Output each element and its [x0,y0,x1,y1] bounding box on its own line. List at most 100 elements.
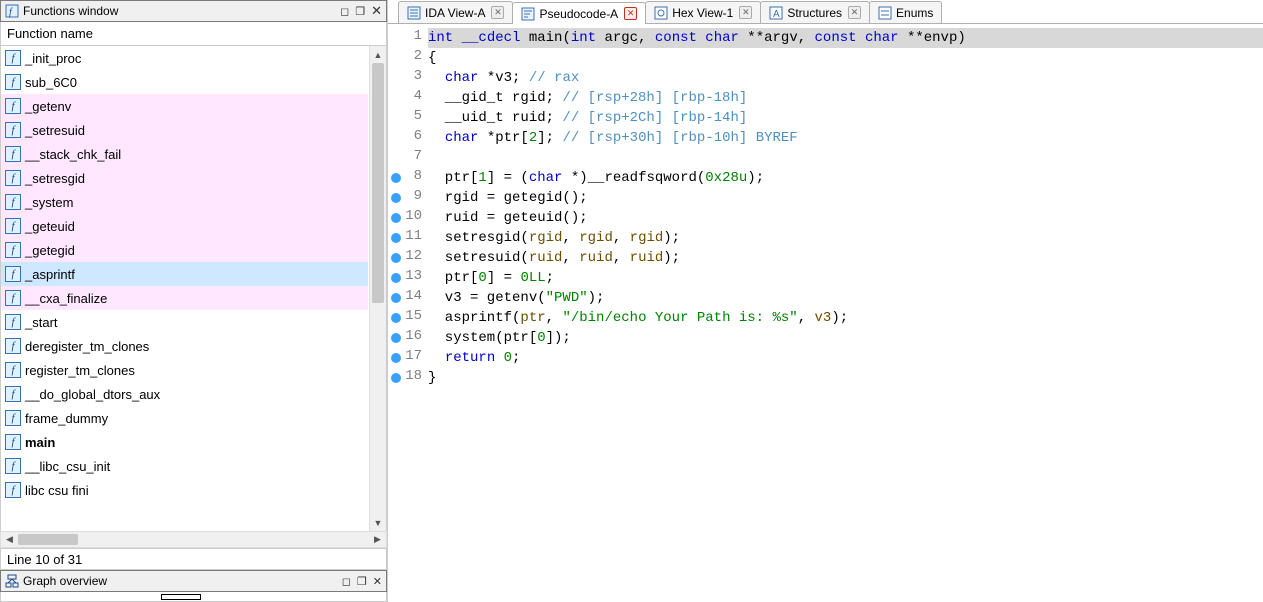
line-number[interactable]: 3 [388,68,428,88]
scroll-right-icon[interactable]: ▶ [369,534,386,545]
function-row[interactable]: f libc csu fini [1,478,368,502]
function-row[interactable]: f_getenv [1,94,368,118]
graph-popout-icon[interactable]: ❐ [357,575,367,588]
function-row[interactable]: f__cxa_finalize [1,286,368,310]
line-number[interactable]: 1 [388,28,428,48]
code-line[interactable] [428,148,1263,168]
function-row[interactable]: f__do_global_dtors_aux [1,382,368,406]
function-row[interactable]: fsub_6C0 [1,70,368,94]
graph-overview-titlebar[interactable]: Graph overview ◻ ❐ ✕ [0,570,387,592]
code-line[interactable]: setresuid(ruid, ruid, ruid); [428,248,1263,268]
function-row[interactable]: fmain [1,430,368,454]
scroll-thumb[interactable] [372,63,384,303]
code-line[interactable]: setresgid(rgid, rgid, rgid); [428,228,1263,248]
functions-status-line: Line 10 of 31 [0,548,387,570]
code-line[interactable]: { [428,48,1263,68]
line-number[interactable]: 4 [388,88,428,108]
line-number[interactable]: 2 [388,48,428,68]
line-number[interactable]: 7 [388,148,428,168]
enum-tab-icon [878,6,892,20]
hscroll-track[interactable] [18,532,369,547]
line-number[interactable]: 17 [388,348,428,368]
code-token: ruid [529,250,563,266]
line-number[interactable]: 13 [388,268,428,288]
tab-enums[interactable]: Enums [869,1,942,23]
tab-pseudocode-a[interactable]: Pseudocode-A ✕ [512,2,646,24]
tab-structures[interactable]: AStructures✕ [760,1,870,23]
line-number[interactable]: 5 [388,108,428,128]
code-line[interactable]: char *v3; // rax [428,68,1263,88]
code-line[interactable]: int __cdecl main(int argc, const char **… [428,28,1263,48]
scroll-down-icon[interactable]: ▼ [370,514,386,531]
function-row[interactable]: f_init_proc [1,46,368,70]
line-number[interactable]: 18 [388,368,428,388]
scroll-left-icon[interactable]: ◀ [1,534,18,545]
line-number[interactable]: 15 [388,308,428,328]
code-token: ); [831,310,848,326]
line-number[interactable]: 6 [388,128,428,148]
tab-close-icon[interactable]: ✕ [624,7,637,20]
function-icon: f [5,146,21,162]
graph-overview-body[interactable] [0,592,387,602]
function-row[interactable]: f_start [1,310,368,334]
panel-popout-icon[interactable]: ❐ [355,5,365,18]
tab-ida-view-a[interactable]: IDA View-A✕ [398,1,513,23]
scroll-up-icon[interactable]: ▲ [370,46,386,63]
function-row[interactable]: fderegister_tm_clones [1,334,368,358]
code-line[interactable]: __uid_t ruid; // [rsp+2Ch] [rbp-14h] [428,108,1263,128]
code-line[interactable]: rgid = getegid(); [428,188,1263,208]
code-line[interactable]: ptr[0] = 0LL; [428,268,1263,288]
function-row[interactable]: f_geteuid [1,214,368,238]
code-line[interactable]: __gid_t rgid; // [rsp+28h] [rbp-18h] [428,88,1263,108]
function-row[interactable]: f_setresuid [1,118,368,142]
code-token: system(ptr[ [428,330,537,346]
line-number[interactable]: 10 [388,208,428,228]
line-number[interactable]: 11 [388,228,428,248]
function-row[interactable]: f__libc_csu_init [1,454,368,478]
function-row[interactable]: f_asprintf [1,262,368,286]
code-line[interactable]: ruid = geteuid(); [428,208,1263,228]
tab-label: Structures [787,6,842,20]
functions-column-header[interactable]: Function name [0,22,387,46]
tab-label: Pseudocode-A [539,7,618,21]
line-number[interactable]: 12 [388,248,428,268]
function-row[interactable]: f_system [1,190,368,214]
code-line[interactable]: return 0; [428,348,1263,368]
graph-overview-title: Graph overview [23,574,336,588]
code-token: ruid [579,250,613,266]
tab-close-icon[interactable]: ✕ [739,6,752,19]
hscroll-thumb[interactable] [18,534,78,545]
tab-hex-view-1[interactable]: Hex View-1✕ [645,1,761,23]
line-number[interactable]: 16 [388,328,428,348]
tab-close-icon[interactable]: ✕ [491,6,504,19]
tab-close-icon[interactable]: ✕ [848,6,861,19]
line-number[interactable]: 14 [388,288,428,308]
graph-close-icon[interactable]: ✕ [373,575,382,588]
panel-close-icon[interactable]: ✕ [371,3,382,19]
functions-vscrollbar[interactable]: ▲ ▼ [369,46,386,531]
function-row[interactable]: f_setresgid [1,166,368,190]
function-row[interactable]: fframe_dummy [1,406,368,430]
code-line[interactable]: ptr[1] = (char *)__readfsqword(0x28u); [428,168,1263,188]
code-line[interactable]: v3 = getenv("PWD"); [428,288,1263,308]
code-line[interactable]: } [428,368,1263,388]
code-token: rgid = getegid(); [428,190,588,206]
functions-window-titlebar[interactable]: f Functions window ◻ ❐ ✕ [0,0,387,22]
code-token: ptr[ [428,270,478,286]
panel-restore-icon[interactable]: ◻ [340,5,349,18]
code-token: ] = ( [487,170,529,186]
function-row[interactable]: fregister_tm_clones [1,358,368,382]
line-number[interactable]: 8 [388,168,428,188]
code-token: ); [747,170,764,186]
code-token: 2 [529,130,537,146]
line-number[interactable]: 9 [388,188,428,208]
code-body[interactable]: int __cdecl main(int argc, const char **… [428,24,1263,602]
code-line[interactable]: system(ptr[0]); [428,328,1263,348]
code-token [428,350,445,366]
function-row[interactable]: f__stack_chk_fail [1,142,368,166]
graph-restore-icon[interactable]: ◻ [342,575,351,588]
code-line[interactable]: char *ptr[2]; // [rsp+30h] [rbp-10h] BYR… [428,128,1263,148]
functions-hscrollbar[interactable]: ◀ ▶ [0,531,387,548]
code-line[interactable]: asprintf(ptr, "/bin/echo Your Path is: %… [428,308,1263,328]
function-row[interactable]: f_getegid [1,238,368,262]
